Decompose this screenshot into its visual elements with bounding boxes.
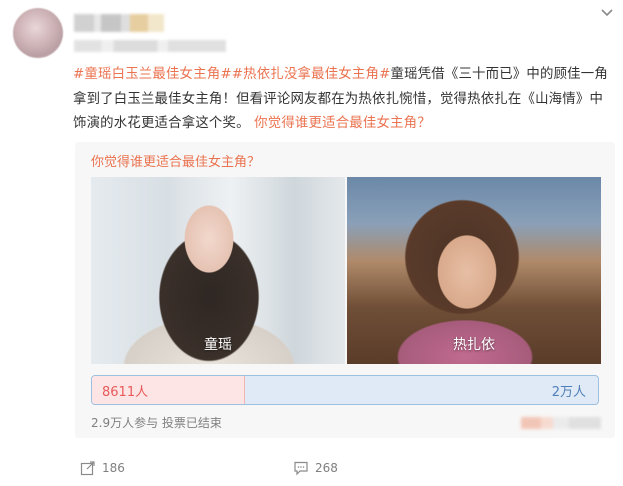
repost-button[interactable]: 186 [80, 460, 125, 476]
avatar[interactable] [13, 8, 63, 58]
chevron-down-icon[interactable] [600, 8, 614, 18]
repost-icon [80, 461, 95, 476]
poll-option-label: 热扎依 [453, 337, 495, 353]
username-blurred[interactable] [74, 14, 164, 32]
poll-result-bar[interactable]: 8611人 2万人 [91, 375, 599, 405]
poll-link[interactable]: 你觉得谁更适合最佳女主角？ [254, 116, 431, 131]
poll-option-image-tongyao[interactable]: 童瑶 [91, 177, 345, 364]
poll-left-votes: 8611人 [102, 385, 149, 400]
post-meta-blurred [74, 40, 226, 52]
poll-status: 2.9万人参与 投票已结束 [91, 416, 222, 430]
comment-count: 268 [315, 461, 338, 475]
repost-count: 186 [102, 461, 125, 475]
poll-source-blurred [521, 417, 601, 429]
hashtag-reyizha[interactable]: #热依扎没拿最佳女主角# [232, 67, 391, 82]
poll-card: 你觉得谁更适合最佳女主角？ 童瑶 热扎依 8611人 2万人 2.9万人参与 投… [75, 142, 615, 438]
post-text: #童瑶白玉兰最佳女主角##热依扎没拿最佳女主角#童瑶凭借《三十而已》中的顾佳一角… [73, 63, 613, 137]
comment-icon [294, 461, 308, 476]
poll-option-label: 童瑶 [204, 337, 232, 353]
comment-button[interactable]: 268 [293, 460, 338, 476]
poll-option-image-reyizha[interactable]: 热扎依 [347, 177, 601, 364]
poll-right-votes: 2万人 [551, 385, 586, 400]
poll-question: 你觉得谁更适合最佳女主角？ [91, 155, 261, 170]
hashtag-tongyao[interactable]: #童瑶白玉兰最佳女主角# [73, 67, 232, 82]
